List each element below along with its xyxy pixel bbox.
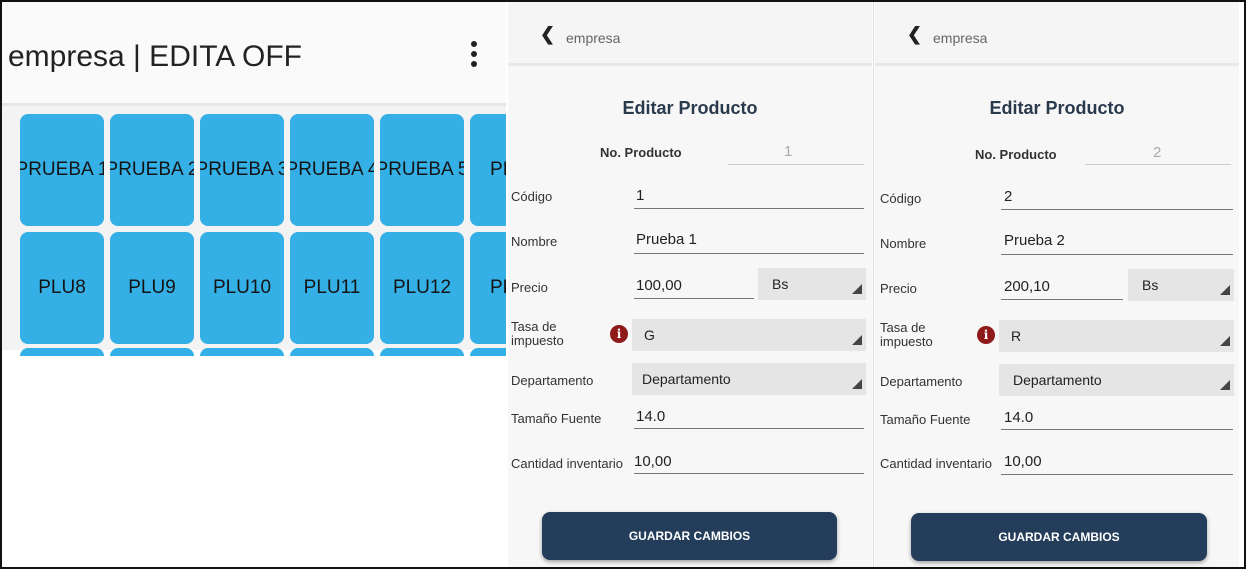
- save-button[interactable]: GUARDAR CAMBIOS: [542, 512, 837, 560]
- back-chevron-icon[interactable]: ❮: [540, 24, 555, 45]
- nav-title: empresa: [566, 30, 621, 46]
- nombre-input[interactable]: Prueba 2: [1004, 232, 1065, 249]
- product-grid: PRUEBA 1 PRUEBA 2 PRUEBA 3 PRUEBA 4 PRUE…: [2, 106, 506, 356]
- departamento-select[interactable]: Departamento: [999, 364, 1234, 396]
- no-producto-label: No. Producto: [975, 147, 1057, 162]
- tasa-value: G: [644, 327, 655, 343]
- nav-title: empresa: [933, 30, 988, 46]
- page-title: Editar Producto: [989, 98, 1125, 118]
- product-tile[interactable]: PLU12: [380, 232, 464, 344]
- cantidad-label: Cantidad inventario: [511, 456, 624, 471]
- moneda-value: Bs: [772, 276, 789, 292]
- moneda-select[interactable]: Bs: [758, 268, 866, 300]
- dropdown-arrow-icon: [852, 284, 862, 294]
- dropdown-arrow-icon: [1220, 285, 1230, 295]
- nav-bar: ❮ empresa: [875, 2, 1239, 66]
- divider: [634, 298, 754, 299]
- codigo-label: Código: [880, 191, 922, 206]
- moneda-select[interactable]: Bs: [1128, 269, 1234, 301]
- tamano-input[interactable]: 14.0: [1004, 409, 1033, 426]
- tasa-label: Tasa de impuesto: [511, 319, 564, 348]
- no-producto-value: 2: [1153, 144, 1162, 161]
- product-grid-screen: empresa | EDITA OFF PRUEBA 1 PRUEBA 2 PR…: [2, 2, 506, 567]
- moneda-value: Bs: [1142, 277, 1159, 293]
- departamento-select[interactable]: Departamento: [632, 363, 866, 395]
- nombre-input[interactable]: Prueba 1: [636, 231, 697, 248]
- nombre-label: Nombre: [880, 236, 927, 251]
- precio-label: Precio: [880, 281, 917, 296]
- dropdown-arrow-icon: [852, 335, 862, 345]
- tamano-input[interactable]: 14.0: [636, 408, 665, 425]
- product-tile[interactable]: [200, 348, 284, 356]
- divider: [1085, 164, 1231, 165]
- tasa-value: R: [1011, 328, 1022, 344]
- departamento-value: Departamento: [642, 371, 731, 387]
- codigo-input[interactable]: 1: [636, 187, 644, 204]
- departamento-value: Departamento: [1013, 372, 1102, 388]
- product-tile[interactable]: PLU11: [290, 232, 374, 344]
- dropdown-arrow-icon: [1220, 380, 1230, 390]
- edit-product-form-2: ❮ empresa Editar Producto No. Producto 2…: [875, 2, 1239, 567]
- product-tile[interactable]: PRUEBA 3: [200, 114, 284, 226]
- more-vert-icon[interactable]: [464, 38, 484, 76]
- product-tile[interactable]: PLU8: [20, 232, 104, 344]
- codigo-input[interactable]: 2: [1004, 188, 1012, 205]
- dropdown-arrow-icon: [852, 379, 862, 389]
- tamano-label: Tamaño Fuente: [511, 411, 602, 426]
- edit-product-form-1: ❮ empresa Editar Producto No. Producto 1…: [508, 2, 872, 567]
- no-producto-label: No. Producto: [600, 145, 682, 160]
- cantidad-label: Cantidad inventario: [880, 456, 993, 471]
- product-tile[interactable]: PI: [470, 114, 506, 226]
- divider: [1001, 254, 1233, 255]
- departamento-label: Departamento: [880, 374, 963, 389]
- precio-label: Precio: [511, 280, 548, 295]
- divider: [634, 428, 864, 429]
- product-tile[interactable]: [290, 348, 374, 356]
- divider: [1001, 209, 1233, 210]
- app-title: empresa | EDITA OFF: [8, 40, 302, 73]
- no-producto-value: 1: [784, 143, 793, 160]
- tasa-select[interactable]: R: [999, 320, 1234, 352]
- tamano-label: Tamaño Fuente: [880, 412, 971, 427]
- product-tile[interactable]: [20, 348, 104, 356]
- product-tile[interactable]: PRUEBA 5: [380, 114, 464, 226]
- divider: [634, 253, 864, 254]
- app-bar: empresa | EDITA OFF: [2, 2, 506, 106]
- codigo-label: Código: [511, 189, 553, 204]
- departamento-label: Departamento: [511, 373, 594, 388]
- back-chevron-icon[interactable]: ❮: [907, 24, 922, 45]
- divider: [634, 473, 864, 474]
- precio-input[interactable]: 200,10: [1004, 278, 1050, 295]
- divider: [634, 208, 864, 209]
- divider: [873, 2, 874, 567]
- page-title: Editar Producto: [622, 98, 758, 118]
- product-tile[interactable]: [110, 348, 194, 356]
- info-icon[interactable]: i: [977, 326, 995, 344]
- cantidad-input[interactable]: 10,00: [634, 453, 672, 470]
- precio-input[interactable]: 100,00: [636, 277, 682, 294]
- divider: [1001, 429, 1233, 430]
- tasa-select[interactable]: G: [632, 319, 866, 351]
- dropdown-arrow-icon: [1220, 336, 1230, 346]
- cantidad-input[interactable]: 10,00: [1004, 453, 1042, 470]
- divider: [1001, 474, 1233, 475]
- product-tile[interactable]: PLU10: [200, 232, 284, 344]
- nombre-label: Nombre: [511, 234, 558, 249]
- divider: [728, 164, 864, 165]
- product-tile[interactable]: [380, 348, 464, 356]
- nav-bar: ❮ empresa: [508, 2, 872, 66]
- tasa-label: Tasa de impuesto: [880, 320, 933, 349]
- info-icon[interactable]: i: [610, 325, 628, 343]
- product-tile[interactable]: PRUEBA 1: [20, 114, 104, 226]
- product-tile[interactable]: PL: [470, 232, 506, 344]
- product-tile[interactable]: PLU9: [110, 232, 194, 344]
- save-button[interactable]: GUARDAR CAMBIOS: [911, 513, 1207, 561]
- product-tile[interactable]: PRUEBA 4: [290, 114, 374, 226]
- divider: [1001, 299, 1123, 300]
- product-tile[interactable]: [470, 348, 506, 356]
- product-tile[interactable]: PRUEBA 2: [110, 114, 194, 226]
